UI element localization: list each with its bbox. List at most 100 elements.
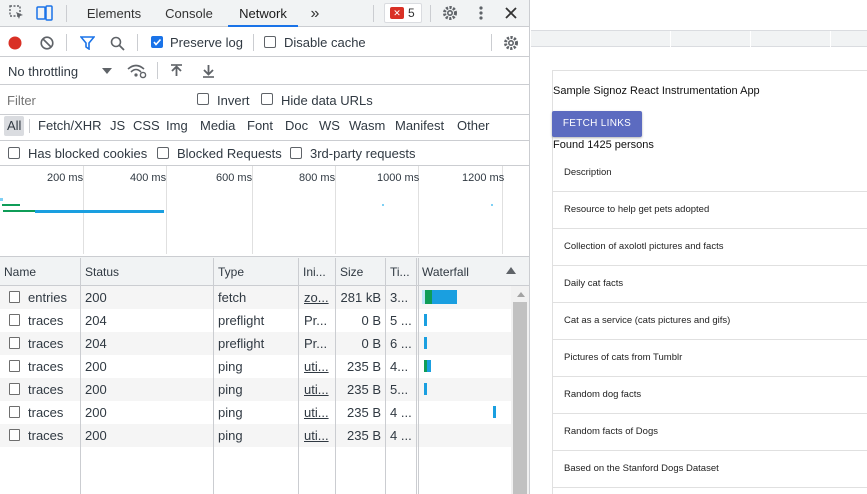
request-initiator: Pr... [304,313,328,328]
row-file-icon [9,314,20,326]
request-status: 200 [85,405,107,420]
fetch-links-button[interactable]: FETCH LINKS [552,111,642,137]
column-divider [416,258,417,494]
request-time: 5 ... [390,313,412,328]
third-party-requests-label: 3rd-party requests [310,146,416,161]
inspect-element-icon[interactable] [6,3,28,23]
preserve-log-label: Preserve log [170,35,243,50]
filter-icon[interactable] [78,34,96,52]
type-filter-css[interactable]: CSS [130,116,163,136]
waterfall-bar [427,360,431,372]
request-initiator[interactable]: zo... [304,286,333,309]
column-header-name[interactable]: Name [0,258,80,286]
import-har-icon[interactable] [167,62,185,80]
request-initiator[interactable]: uti... [304,378,333,401]
request-initiator[interactable]: uti... [304,401,333,424]
filter-input[interactable] [3,90,183,110]
request-initiator[interactable]: uti... [304,355,333,378]
toolbar-divider [66,5,67,22]
list-item[interactable]: Daily cat facts [552,266,867,303]
list-item[interactable]: Resource to help get pets adopted [552,192,867,229]
blocked-requests-checkbox[interactable] [157,147,169,159]
row-file-icon [9,406,20,418]
request-status: 204 [85,336,107,351]
column-header-waterfall[interactable]: Waterfall [418,258,508,286]
hide-data-urls-checkbox[interactable] [261,93,273,105]
type-filter-font[interactable]: Font [244,116,276,136]
list-item[interactable]: Random dog facts [552,377,867,414]
list-item[interactable]: Description [552,155,867,192]
app-page: Sample Signoz React Instrumentation App … [531,0,867,494]
close-devtools-icon[interactable] [501,3,521,23]
clear-icon[interactable] [38,34,56,52]
column-header-size[interactable]: Size [336,258,386,286]
more-tabs-button[interactable]: » [304,0,326,27]
table-row[interactable]: traces 200 ping uti... 235 B 4 ... [0,401,511,424]
request-status: 200 [85,382,107,397]
timeline-tick-label: 200 ms [47,172,84,184]
type-filter-wasm[interactable]: Wasm [346,116,388,136]
more-options-icon[interactable] [471,3,491,23]
list-item[interactable]: Pictures of cats from Tumblr [552,340,867,377]
sort-ascending-icon[interactable] [505,264,517,276]
tab-elements[interactable]: Elements [78,0,150,27]
type-filter-media[interactable]: Media [197,116,238,136]
type-filter-doc[interactable]: Doc [282,116,311,136]
column-divider [80,258,81,494]
toolbar-divider [137,34,138,51]
chevron-down-icon[interactable] [100,64,114,78]
error-badge[interactable]: ✕ 5 [384,3,422,23]
disable-cache-checkbox[interactable] [264,36,276,48]
table-row[interactable]: traces 204 preflight Pr... 0 B 5 ... [0,309,511,332]
request-type: ping [218,428,243,443]
request-size: 281 kB [340,290,381,305]
list-item-label: Cat as a service (cats pictures and gifs… [564,315,731,326]
export-har-icon[interactable] [199,62,217,80]
device-toolbar-icon[interactable] [34,3,56,23]
settings-gear-icon[interactable] [440,3,460,23]
list-item[interactable]: Cat as a service (cats pictures and gifs… [552,303,867,340]
type-filter-js[interactable]: JS [107,116,128,136]
request-size: 0 B [361,336,381,351]
network-toolbar: Preserve log Disable cache [0,28,529,57]
column-header-status[interactable]: Status [81,258,213,286]
toolbar-divider [66,34,67,51]
third-party-requests-checkbox[interactable] [290,147,302,159]
type-filter-all[interactable]: All [4,116,25,136]
tab-console[interactable]: Console [155,0,223,27]
request-status: 200 [85,290,107,305]
network-settings-gear-icon[interactable] [502,34,520,52]
table-row[interactable]: traces 204 preflight Pr... 0 B 6 ... [0,332,511,355]
table-scrollbar-thumb[interactable] [513,302,527,494]
column-header-initiator[interactable]: Ini... [299,258,335,286]
type-filter-other[interactable]: Other [454,116,493,136]
table-row[interactable]: traces 200 ping uti... 235 B 4 ... [0,424,511,447]
has-blocked-cookies-label: Has blocked cookies [28,146,148,161]
devtools-panel: Elements Console Network » ✕ 5 Preserve … [0,0,530,494]
type-filter-ws[interactable]: WS [316,116,343,136]
column-header-type[interactable]: Type [214,258,298,286]
type-filter-fetch-xhr[interactable]: Fetch/XHR [35,116,105,136]
invert-checkbox[interactable] [197,93,209,105]
list-item[interactable]: Collection of axolotl pictures and facts [552,229,867,266]
tab-network[interactable]: Network [228,0,298,27]
preserve-log-checkbox[interactable] [151,36,163,48]
request-initiator[interactable]: uti... [304,424,333,447]
column-header-time[interactable]: Ti... [386,258,416,286]
request-name: entries [28,290,68,305]
scroll-up-icon[interactable] [511,288,529,300]
request-time: 5... [390,382,409,397]
error-icon: ✕ [390,7,404,19]
request-size: 235 B [347,382,381,397]
network-conditions-icon[interactable] [126,62,148,80]
has-blocked-cookies-checkbox[interactable] [8,147,20,159]
type-filter-img[interactable]: Img [163,116,191,136]
list-item[interactable]: Random facts of Dogs [552,414,867,451]
record-icon[interactable] [6,34,24,52]
table-row[interactable]: traces 200 ping uti... 235 B 5... [0,378,511,401]
table-row[interactable]: traces 200 ping uti... 235 B 4... [0,355,511,378]
search-icon[interactable] [108,34,126,52]
type-filter-manifest[interactable]: Manifest [392,116,447,136]
list-item[interactable]: Based on the Stanford Dogs Dataset [552,451,867,488]
throttling-select[interactable]: No throttling [8,64,78,79]
